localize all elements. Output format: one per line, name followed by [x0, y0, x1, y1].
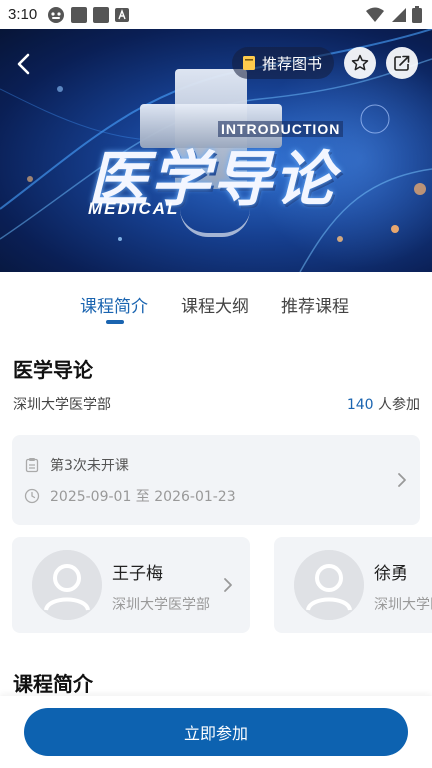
- active-tab-indicator: [106, 320, 124, 324]
- signal-icon: [392, 7, 406, 22]
- battery-icon: [412, 6, 422, 23]
- recommend-books-button[interactable]: 推荐图书: [232, 47, 335, 79]
- teacher-card[interactable]: 徐勇 深圳大学医学部: [274, 537, 432, 633]
- teacher-card[interactable]: 王子梅 深圳大学医学部: [12, 537, 250, 633]
- clipboard-icon: [25, 458, 39, 473]
- star-icon: [351, 54, 369, 71]
- intro-section-title: 课程简介: [13, 672, 93, 696]
- share-icon: [394, 55, 410, 71]
- teacher-avatar: [294, 550, 364, 620]
- teacher-school: 深圳大学医学部: [374, 597, 432, 613]
- favorite-button[interactable]: [344, 47, 376, 79]
- user-icon: [32, 550, 102, 620]
- recommend-books-label: 推荐图书: [262, 54, 323, 73]
- session-row: 第3次未开课: [24, 455, 129, 475]
- teacher-name: 王子梅: [112, 564, 163, 584]
- font-icon: [115, 7, 130, 22]
- share-button[interactable]: [386, 47, 418, 79]
- teacher-school: 深圳大学医学部: [112, 597, 210, 613]
- wifi-icon: [366, 7, 384, 22]
- teacher-avatar: [32, 550, 102, 620]
- status-bar: 3:10: [0, 0, 432, 29]
- chevron-right-icon: [398, 473, 406, 487]
- user-icon: [294, 550, 364, 620]
- course-tabs: 课程简介 课程大纲 推荐课程: [0, 282, 432, 326]
- app-icon: [71, 6, 88, 23]
- tab-course-intro[interactable]: 课程简介: [80, 292, 148, 317]
- schedule-card[interactable]: 第3次未开课 2025-09-01 至 2026-01-23: [12, 435, 420, 525]
- banner-title-en-2: MEDICAL: [88, 199, 180, 218]
- book-icon: [243, 56, 255, 70]
- teacher-name: 徐勇: [374, 564, 408, 584]
- tab-course-outline[interactable]: 课程大纲: [181, 292, 249, 317]
- participant-suffix: 人参加: [378, 397, 420, 413]
- chevron-left-icon: [17, 53, 30, 75]
- course-school: 深圳大学医学部: [13, 397, 111, 413]
- participant-number: 140: [346, 397, 374, 413]
- status-time: 3:10: [8, 6, 38, 23]
- participant-count: 140 人参加: [347, 394, 420, 414]
- back-button[interactable]: [10, 50, 38, 78]
- app-icon: [93, 6, 110, 23]
- tab-recommended-courses[interactable]: 推荐课程: [281, 292, 349, 317]
- join-button[interactable]: 立即参加: [24, 708, 408, 756]
- course-title: 医学导论: [13, 358, 93, 382]
- clock-icon: [24, 488, 40, 504]
- session-status: 第3次未开课: [50, 458, 129, 474]
- chevron-right-icon: [224, 578, 232, 592]
- banner-title-en-1: INTRODUCTION: [218, 121, 344, 137]
- date-range: 2025-09-01 至 2026-01-23: [50, 489, 236, 505]
- date-row: 2025-09-01 至 2026-01-23: [24, 486, 236, 506]
- bottom-action-bar: 立即参加: [0, 696, 432, 768]
- notification-icon: [48, 6, 65, 23]
